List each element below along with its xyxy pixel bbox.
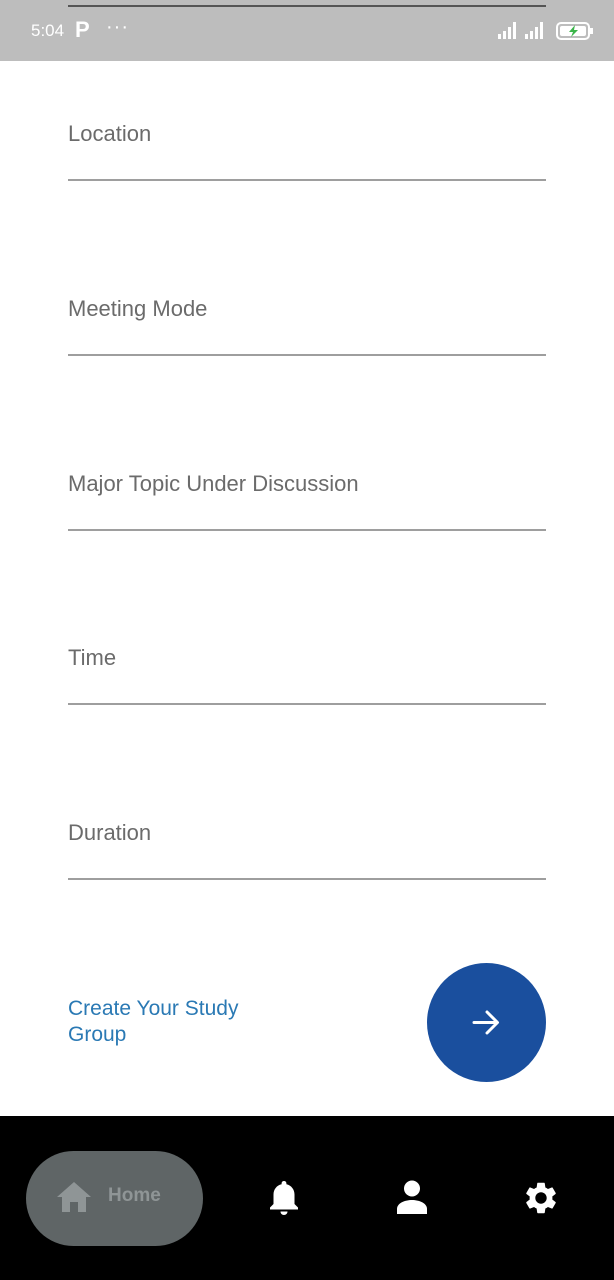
major-topic-underline [68, 529, 546, 531]
next-button[interactable] [427, 963, 546, 1082]
location-underline [68, 179, 546, 181]
duration-label: Duration [68, 820, 152, 845]
home-icon [57, 1182, 91, 1212]
signal-icon-2 [525, 22, 543, 39]
gear-icon[interactable] [522, 1179, 560, 1217]
p-icon: P [75, 17, 90, 42]
home-label: Home [108, 1185, 161, 1206]
bell-icon[interactable] [268, 1179, 300, 1217]
arrow-right-icon [472, 1010, 499, 1035]
more-icon: ··· [106, 16, 129, 38]
time-field[interactable]: Time [68, 642, 546, 706]
status-divider [68, 5, 546, 7]
time-label: Time [68, 645, 117, 670]
battery-icon [556, 22, 593, 40]
create-study-group-link[interactable]: Create Your Study Group [68, 996, 268, 1048]
meeting-mode-field[interactable]: Meeting Mode [68, 293, 546, 357]
status-bar: 5:04 P ··· [0, 0, 614, 61]
duration-field[interactable]: Duration [68, 817, 546, 881]
status-time: 5:04 [31, 21, 65, 40]
location-field[interactable]: Location [68, 118, 546, 182]
nav-home[interactable]: Home [26, 1151, 203, 1246]
meeting-mode-underline [68, 354, 546, 356]
location-label: Location [68, 121, 152, 146]
person-icon[interactable] [396, 1179, 428, 1215]
signal-icon [498, 22, 516, 39]
time-underline [68, 703, 546, 705]
duration-underline [68, 878, 546, 880]
meeting-mode-label: Meeting Mode [68, 296, 208, 321]
major-topic-field[interactable]: Major Topic Under Discussion [68, 468, 546, 532]
major-topic-label: Major Topic Under Discussion [68, 471, 359, 496]
